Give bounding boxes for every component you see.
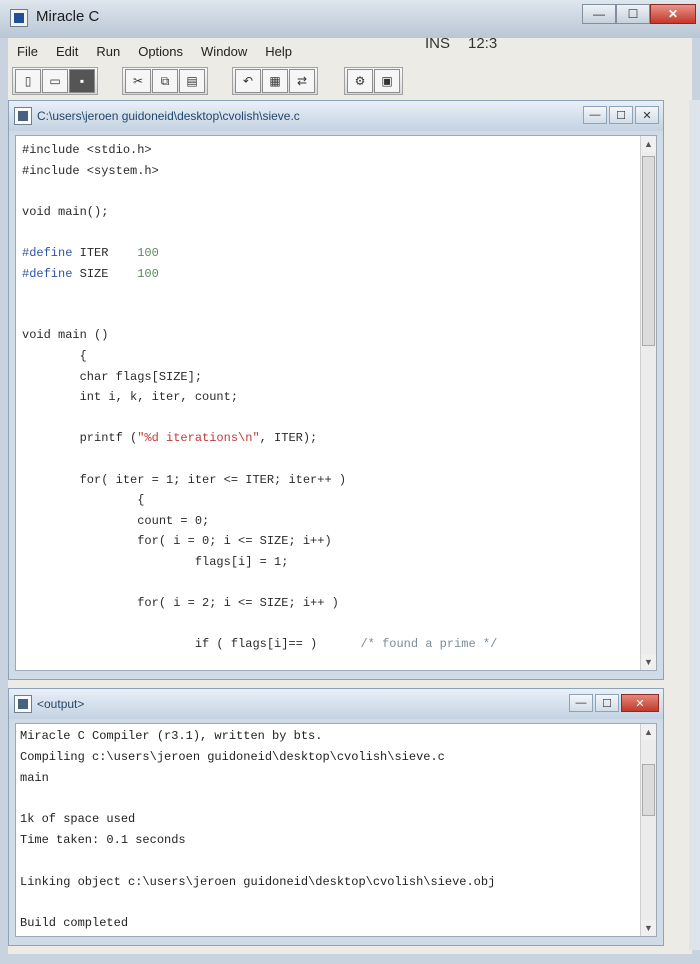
output-panel[interactable]: Miracle C Compiler (r3.1), written by bt… xyxy=(15,723,657,937)
output-line: Miracle C Compiler (r3.1), written by bt… xyxy=(20,729,323,743)
output-line: Compiling c:\users\jeroen guidoneid\desk… xyxy=(20,749,445,764)
code-line[interactable]: #define ITER 100 xyxy=(22,243,159,263)
code-editor[interactable]: #include <stdio.h> #include <system.h> voi… xyxy=(15,135,657,671)
toolbar-group-edit: ✂ ⧉ ▤ xyxy=(122,67,208,95)
menu-bar: File Edit Run Options Window Help xyxy=(8,38,692,64)
open-file-icon[interactable]: ▭ xyxy=(42,69,68,93)
output-line: Linking object c:\users\jeroen guidoneid… xyxy=(20,874,496,889)
output-close-button[interactable]: ✕ xyxy=(621,694,659,712)
output-line: 1k of space used xyxy=(20,812,136,827)
code-line[interactable]: char flags[SIZE]; xyxy=(22,367,202,387)
app-icon xyxy=(10,9,28,27)
output-scroll-down-icon[interactable]: ▼ xyxy=(641,920,656,936)
editor-maximize-button[interactable]: ☐ xyxy=(609,106,633,124)
editor-file-path: C:\users\jeroen guidoneid\desktop\cvolis… xyxy=(37,109,300,123)
output-maximize-button[interactable]: ☐ xyxy=(595,694,619,712)
output-line: main xyxy=(20,770,49,785)
replace-icon[interactable]: ⇄ xyxy=(289,69,315,93)
code-line[interactable]: { xyxy=(22,490,144,510)
output-scrollbar[interactable]: ▲ ▼ xyxy=(640,724,656,936)
code-line[interactable]: for( iter = 1; iter <= ITER; iter++ ) xyxy=(22,470,346,490)
scroll-up-icon[interactable]: ▲ xyxy=(641,136,656,152)
cut-icon[interactable]: ✂ xyxy=(125,69,151,93)
menu-edit[interactable]: Edit xyxy=(47,44,87,59)
editor-close-button[interactable]: ✕ xyxy=(635,106,659,124)
editor-minimize-button[interactable]: — xyxy=(583,106,607,124)
new-file-icon[interactable]: ▯ xyxy=(15,69,41,93)
menu-window[interactable]: Window xyxy=(192,44,256,59)
toolbar-group-search: ↶ ▦ ⇄ xyxy=(232,67,318,95)
menu-help[interactable]: Help xyxy=(256,44,301,59)
output-window: <output> — ☐ ✕ Miracle C Compiler (r3.1)… xyxy=(8,688,664,946)
run-icon[interactable]: ▣ xyxy=(374,69,400,93)
editor-window: C:\users\jeroen guidoneid\desktop\cvolis… xyxy=(8,100,664,680)
compile-icon[interactable]: ⚙ xyxy=(347,69,373,93)
insert-mode-indicator: INS xyxy=(425,35,451,52)
undo-icon[interactable]: ↶ xyxy=(235,69,261,93)
window-controls: — ☐ ✕ xyxy=(582,4,696,24)
toolbar-group-file: ▯ ▭ ▪ xyxy=(12,67,98,95)
toolbar-group-build: ⚙ ▣ xyxy=(344,67,403,95)
code-line[interactable]: count = 0; xyxy=(22,511,209,531)
output-window-controls: — ☐ ✕ xyxy=(569,694,659,712)
code-line[interactable]: printf ("%d iterations\n", ITER); xyxy=(22,428,318,448)
menu-run[interactable]: Run xyxy=(87,44,129,59)
code-line[interactable]: flags[i] = 1; xyxy=(22,552,289,572)
copy-icon[interactable]: ⧉ xyxy=(152,69,178,93)
code-line[interactable]: void main () xyxy=(22,325,108,345)
minimize-button[interactable]: — xyxy=(582,4,616,24)
menu-options[interactable]: Options xyxy=(129,44,192,59)
save-icon[interactable]: ▪ xyxy=(69,69,95,93)
code-line[interactable]: void main(); xyxy=(22,202,108,222)
output-scroll-thumb[interactable] xyxy=(642,764,655,816)
close-button[interactable]: ✕ xyxy=(650,4,696,24)
cursor-position: 12:3 xyxy=(468,35,498,52)
code-line[interactable]: if ( flags[i]== ) /* found a prime */ xyxy=(22,634,497,654)
code-line[interactable]: for( i = 2; i <= SIZE; i++ ) xyxy=(22,593,339,613)
editor-scrollbar[interactable]: ▲ ▼ xyxy=(640,136,656,670)
paste-icon[interactable]: ▤ xyxy=(179,69,205,93)
output-line: Build completed xyxy=(20,916,129,931)
output-line: Time taken: 0.1 seconds xyxy=(20,833,186,847)
code-line[interactable]: #include <stdio.h> xyxy=(22,140,152,160)
output-icon xyxy=(14,695,32,713)
toolbar: ▯ ▭ ▪ ✂ ⧉ ▤ ↶ ▦ ⇄ ⚙ ▣ xyxy=(8,65,692,97)
output-scroll-up-icon[interactable]: ▲ xyxy=(641,724,656,740)
code-line[interactable]: { xyxy=(22,346,87,366)
menu-file[interactable]: File xyxy=(8,44,47,59)
maximize-button[interactable]: ☐ xyxy=(616,4,650,24)
document-icon xyxy=(14,107,32,125)
code-line[interactable]: int i, k, iter, count; xyxy=(22,387,238,407)
output-title-bar: <output> — ☐ ✕ xyxy=(9,689,663,719)
find-icon[interactable]: ▦ xyxy=(262,69,288,93)
window-title: Miracle C xyxy=(36,8,100,25)
code-line[interactable]: for( i = 0; i <= SIZE; i++) xyxy=(22,531,331,551)
output-title: <output> xyxy=(37,697,85,711)
code-line[interactable]: #include <system.h> xyxy=(22,161,159,181)
scroll-down-icon[interactable]: ▼ xyxy=(641,654,656,670)
title-bar: Miracle C — ☐ ✕ xyxy=(0,0,700,38)
editor-title-bar: C:\users\jeroen guidoneid\desktop\cvolis… xyxy=(9,101,663,131)
output-minimize-button[interactable]: — xyxy=(569,694,593,712)
outer-scrollbar[interactable] xyxy=(689,100,700,950)
scroll-thumb[interactable] xyxy=(642,156,655,346)
editor-window-controls: — ☐ ✕ xyxy=(583,106,659,124)
code-line[interactable]: #define SIZE 100 xyxy=(22,264,159,284)
